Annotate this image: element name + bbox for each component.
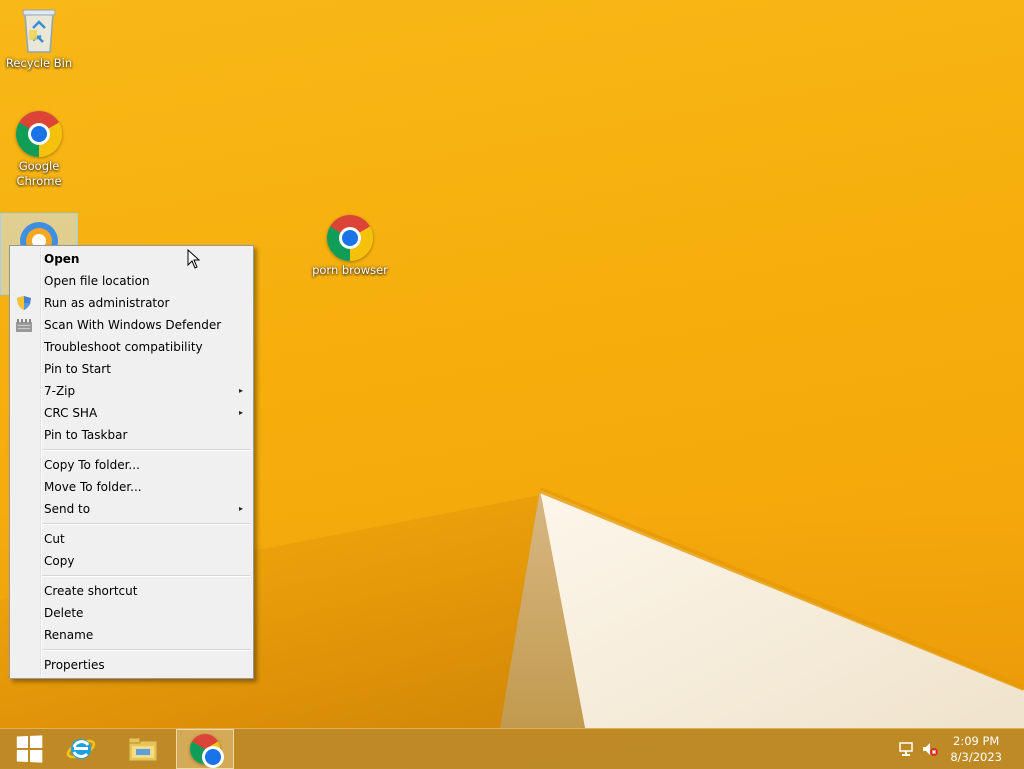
- menu-item-label: 7-Zip: [44, 384, 76, 398]
- menu-item-label: Pin to Taskbar: [44, 428, 128, 442]
- chrome-icon: [16, 111, 62, 157]
- clock-date: 8/3/2023: [950, 750, 1002, 764]
- taskbar: 2:09 PM 8/3/2023: [0, 728, 1024, 769]
- menu-item-label: Send to: [44, 502, 91, 516]
- chrome-icon: [190, 734, 224, 768]
- menu-item-copy[interactable]: Copy: [10, 550, 253, 572]
- menu-separator: [42, 575, 251, 577]
- clock[interactable]: 2:09 PM 8/3/2023: [950, 733, 1002, 765]
- taskbar-google-chrome[interactable]: [176, 729, 234, 769]
- desktop-icon-label: Recycle Bin: [5, 56, 73, 70]
- clock-time: 2:09 PM: [953, 734, 1000, 748]
- menu-item-label: Copy: [44, 554, 75, 568]
- menu-item-delete[interactable]: Delete: [10, 602, 253, 624]
- desktop-icon-porn-browser[interactable]: porn browser: [312, 215, 388, 278]
- defender-icon: [16, 319, 32, 332]
- uac-shield-icon: [17, 296, 31, 310]
- submenu-arrow-icon: ▸: [238, 504, 243, 513]
- menu-item-pin-to-taskbar[interactable]: Pin to Taskbar: [10, 424, 253, 446]
- menu-item-label: Copy To folder...: [44, 458, 140, 472]
- taskbar-file-explorer[interactable]: [114, 729, 172, 769]
- desktop-icon-label-line2: Chrome: [16, 174, 62, 188]
- menu-item-copy-to-folder[interactable]: Copy To folder...: [10, 454, 253, 476]
- menu-item-label: CRC SHA: [44, 406, 98, 420]
- menu-item-troubleshoot-compatibility[interactable]: Troubleshoot compatibility: [10, 336, 253, 358]
- menu-separator: [42, 523, 251, 525]
- menu-item-label: Scan With Windows Defender: [44, 318, 222, 332]
- menu-item-label: Move To folder...: [44, 480, 142, 494]
- ie-icon: [66, 739, 96, 759]
- menu-item-label: Cut: [44, 532, 65, 546]
- taskbar-internet-explorer[interactable]: [52, 729, 110, 769]
- desktop-icon-recycle-bin[interactable]: Recycle Bin: [1, 6, 77, 71]
- menu-separator: [42, 449, 251, 451]
- context-menu: Open Open file location Run as administr…: [9, 245, 254, 679]
- volume-muted-icon[interactable]: [922, 741, 938, 757]
- menu-item-label: Properties: [44, 658, 105, 672]
- menu-item-label: Run as administrator: [44, 296, 170, 310]
- recycle-bin-icon: [22, 9, 56, 53]
- submenu-arrow-icon: ▸: [238, 386, 243, 395]
- menu-item-crc-sha[interactable]: CRC SHA ▸: [10, 402, 253, 424]
- menu-item-label: Pin to Start: [44, 362, 111, 376]
- submenu-arrow-icon: ▸: [238, 408, 243, 417]
- start-button[interactable]: [0, 729, 58, 769]
- menu-item-rename[interactable]: Rename: [10, 624, 253, 646]
- menu-item-label: Rename: [44, 628, 94, 642]
- menu-item-scan-with-windows-defender[interactable]: Scan With Windows Defender: [10, 314, 253, 336]
- desktop-icon-label-line1: Google: [18, 159, 60, 173]
- menu-item-move-to-folder[interactable]: Move To folder...: [10, 476, 253, 498]
- menu-item-run-as-administrator[interactable]: Run as administrator: [10, 292, 253, 314]
- menu-item-label: Troubleshoot compatibility: [44, 340, 203, 354]
- desktop-icon-google-chrome[interactable]: Google Chrome: [1, 111, 77, 189]
- menu-item-open-file-location[interactable]: Open file location: [10, 270, 253, 292]
- network-icon[interactable]: [898, 741, 914, 757]
- menu-item-pin-to-start[interactable]: Pin to Start: [10, 358, 253, 380]
- menu-item-create-shortcut[interactable]: Create shortcut: [10, 580, 253, 602]
- menu-item-properties[interactable]: Properties: [10, 654, 253, 676]
- menu-item-label: Open file location: [44, 274, 150, 288]
- menu-item-label: Create shortcut: [44, 584, 138, 598]
- menu-separator: [42, 649, 251, 651]
- menu-item-open[interactable]: Open: [10, 248, 253, 270]
- menu-item-send-to[interactable]: Send to ▸: [10, 498, 253, 520]
- folder-icon: [128, 737, 158, 762]
- desktop-icon-label: porn browser: [312, 263, 388, 277]
- chrome-icon: [327, 215, 373, 261]
- mouse-cursor-icon: [187, 249, 201, 269]
- menu-item-cut[interactable]: Cut: [10, 528, 253, 550]
- windows-logo-icon: [16, 735, 43, 763]
- menu-item-label: Delete: [44, 606, 84, 620]
- menu-item-label: Open: [44, 252, 80, 266]
- menu-item-7-zip[interactable]: 7-Zip ▸: [10, 380, 253, 402]
